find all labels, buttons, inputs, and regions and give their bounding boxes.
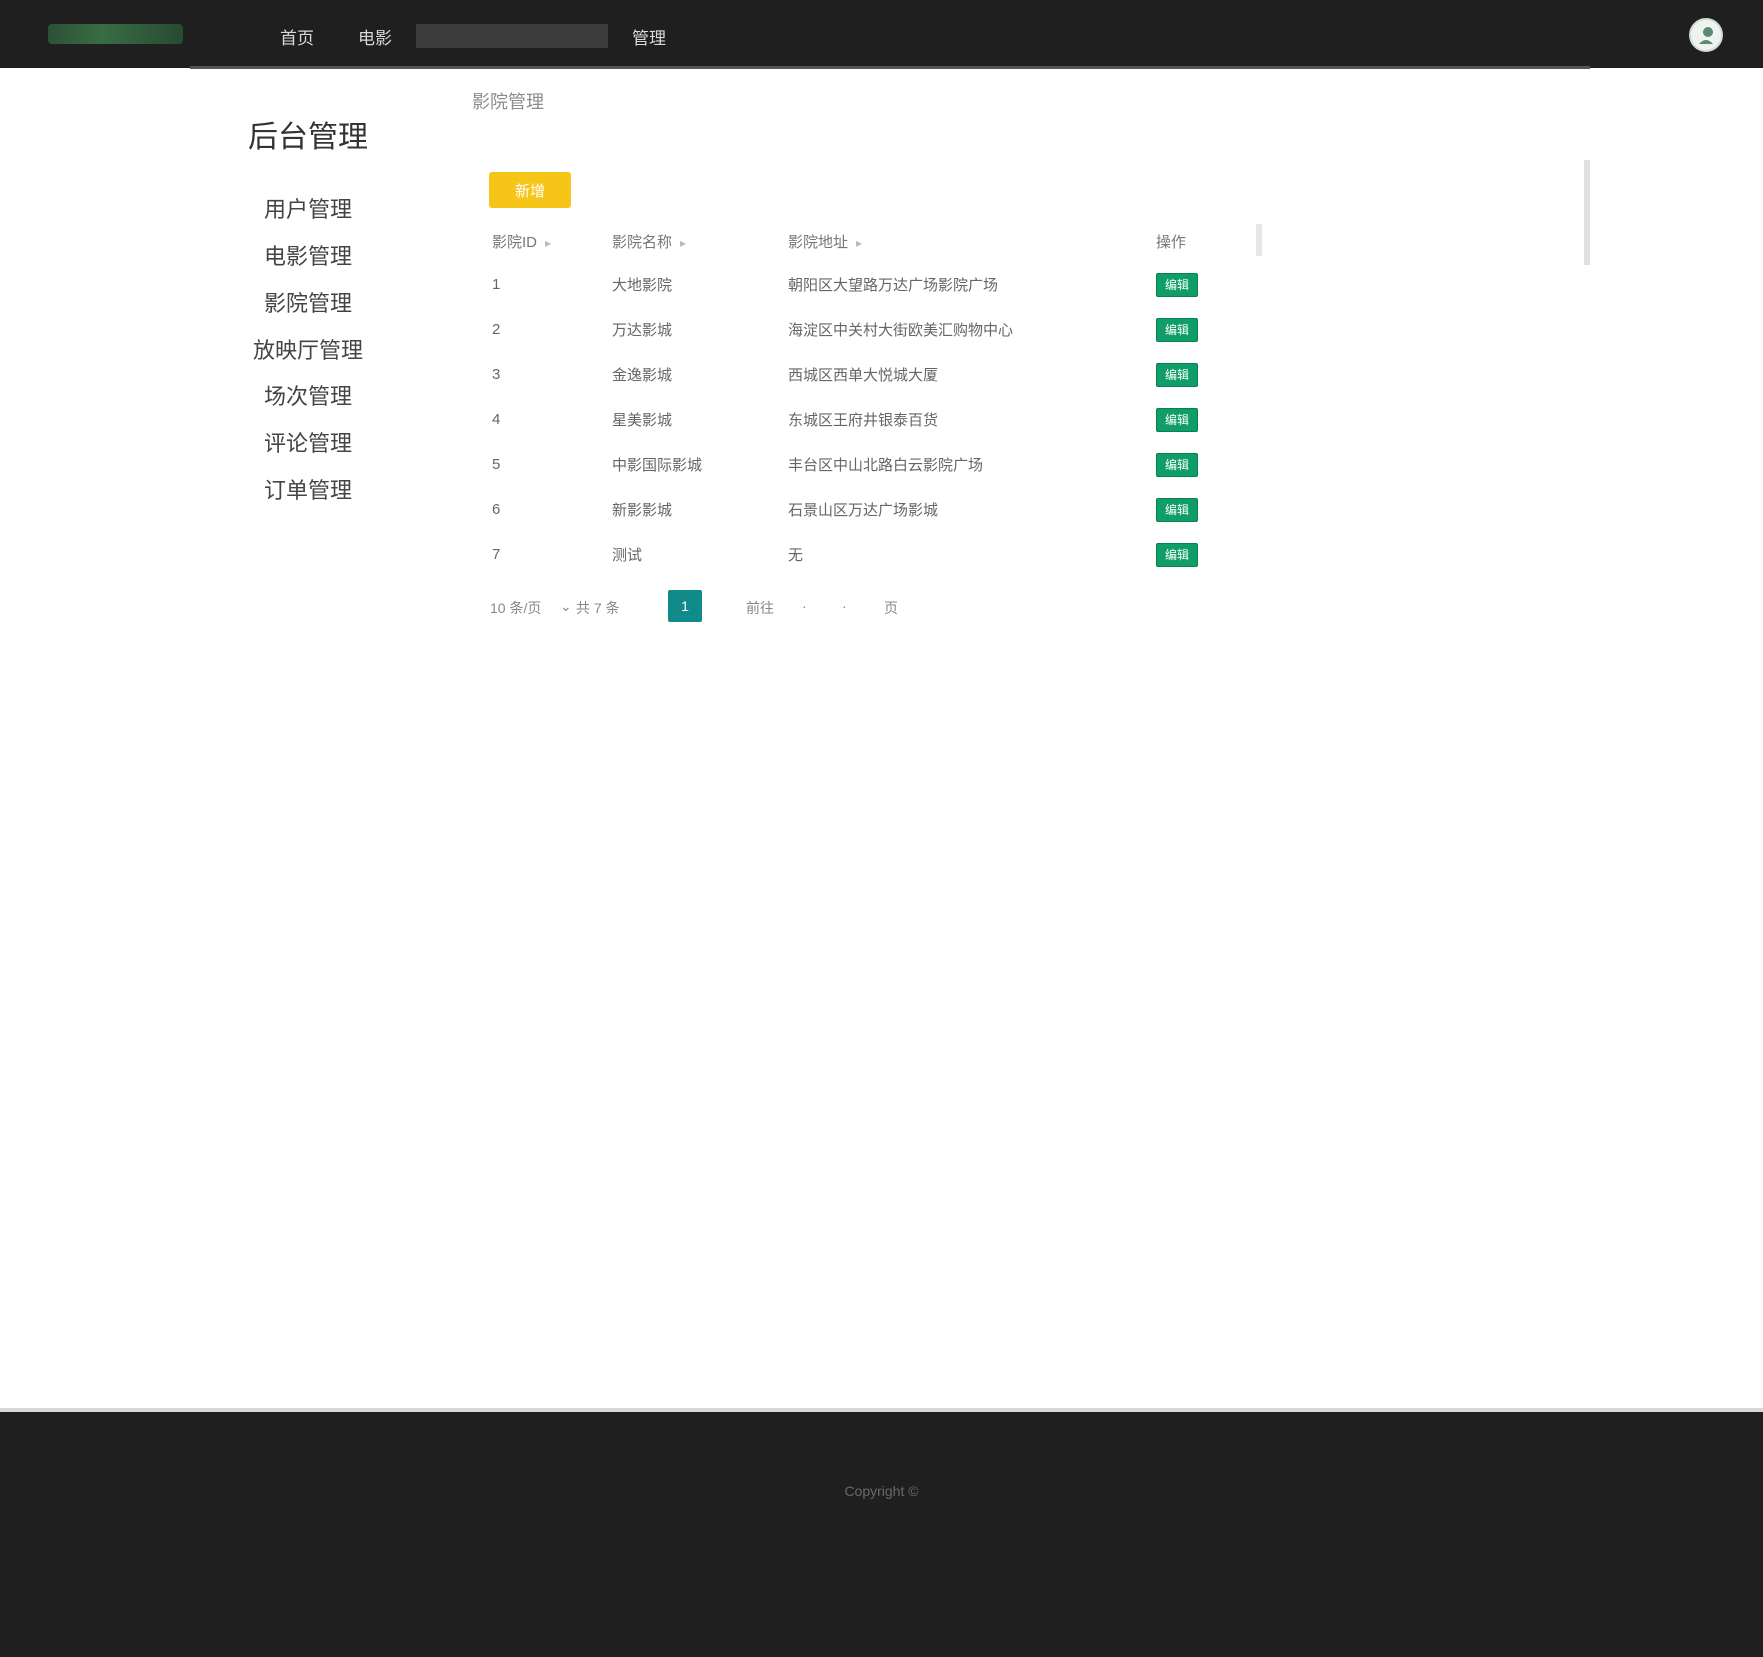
- column-header-label: 影院ID: [492, 233, 538, 251]
- vertical-scrollbar[interactable]: [1584, 160, 1590, 265]
- nav-home[interactable]: 首页: [280, 24, 314, 49]
- cell-name: 金逸影城: [612, 367, 673, 384]
- cinema-table: 影院ID ▸ 影院名称 ▸ 影院地址 ▸ 操作 1 大地影院 朝阳区大望路万达广场影院…: [480, 220, 1224, 577]
- edit-button[interactable]: 编辑: [1156, 317, 1198, 342]
- chevron-down-icon[interactable]: ⌄: [560, 598, 572, 615]
- column-header-address[interactable]: 影院地址 ▸: [776, 220, 1144, 262]
- cell-id: 5: [492, 456, 501, 473]
- sidebar-item-comments[interactable]: 评论管理: [230, 426, 386, 458]
- edit-button[interactable]: 编辑: [1156, 362, 1198, 387]
- sidebar-item-orders[interactable]: 订单管理: [230, 473, 386, 505]
- sidebar-item-halls[interactable]: 放映厅管理: [230, 333, 386, 365]
- page-unit-label: 页: [884, 600, 898, 616]
- cell-actions: 编辑: [1144, 307, 1224, 352]
- table-row: 3 金逸影城 西城区西单大悦城大厦 编辑: [480, 352, 1224, 397]
- cell-address: 海淀区中关村大街欧美汇购物中心: [788, 322, 1014, 339]
- column-header-name[interactable]: 影院名称 ▸: [600, 220, 776, 262]
- column-header-actions: 操作: [1144, 220, 1224, 262]
- cell-name: 大地影院: [612, 277, 673, 294]
- site-logo-icon[interactable]: [48, 24, 183, 44]
- column-header-label: 影院地址: [788, 233, 849, 251]
- cell-id: 6: [492, 501, 501, 518]
- table-row: 1 大地影院 朝阳区大望路万达广场影院广场 编辑: [480, 262, 1224, 307]
- cell-address: 东城区王府井银泰百货: [788, 412, 939, 429]
- edit-button[interactable]: 编辑: [1156, 407, 1198, 432]
- total-count: 共 7 条: [576, 600, 620, 616]
- sort-icon[interactable]: ▸: [856, 236, 862, 250]
- table-row: 4 星美影城 东城区王府井银泰百货 编辑: [480, 397, 1224, 442]
- cell-name: 测试: [612, 547, 643, 564]
- footer-copyright: Copyright ©: [844, 1483, 919, 1499]
- cell-name: 新影影城: [612, 502, 673, 519]
- table-row: 5 中影国际影城 丰台区中山北路白云影院广场 编辑: [480, 442, 1224, 487]
- user-avatar-icon[interactable]: [1689, 18, 1723, 52]
- goto-page-input-end: ·: [842, 598, 847, 614]
- sidebar-item-movies[interactable]: 电影管理: [230, 239, 386, 271]
- cell-actions: 编辑: [1144, 487, 1224, 532]
- cell-address: 西城区西单大悦城大厦: [788, 367, 939, 384]
- cell-id: 3: [492, 366, 501, 383]
- goto-label: 前往: [746, 600, 774, 616]
- sort-icon[interactable]: ▸: [545, 236, 551, 250]
- goto-page-input[interactable]: ·: [802, 598, 807, 614]
- column-resize-handle[interactable]: [1256, 224, 1262, 256]
- cell-actions: 编辑: [1144, 532, 1224, 577]
- table-row: 2 万达影城 海淀区中关村大街欧美汇购物中心 编辑: [480, 307, 1224, 352]
- add-cinema-button[interactable]: 新增: [489, 172, 571, 208]
- nav-manage[interactable]: 管理: [632, 24, 666, 49]
- cell-name: 中影国际影城: [612, 457, 703, 474]
- table-row: 6 新影影城 石景山区万达广场影城 编辑: [480, 487, 1224, 532]
- edit-button[interactable]: 编辑: [1156, 452, 1198, 477]
- sidebar-item-cinemas[interactable]: 影院管理: [230, 286, 386, 318]
- cell-address: 石景山区万达广场影城: [788, 502, 939, 519]
- cell-actions: 编辑: [1144, 352, 1224, 397]
- cell-id: 2: [492, 321, 501, 338]
- cell-actions: 编辑: [1144, 397, 1224, 442]
- search-input[interactable]: [416, 24, 608, 48]
- sidebar-item-sessions[interactable]: 场次管理: [230, 379, 386, 411]
- sidebar-title: 后台管理: [248, 121, 368, 154]
- table-header-row: 影院ID ▸ 影院名称 ▸ 影院地址 ▸ 操作: [480, 220, 1224, 262]
- breadcrumb: 影院管理: [472, 92, 544, 112]
- nav-movies[interactable]: 电影: [358, 24, 392, 49]
- page-button-current[interactable]: 1: [668, 590, 702, 622]
- cell-id: 1: [492, 276, 501, 293]
- cell-address: 丰台区中山北路白云影院广场: [788, 457, 984, 474]
- sidebar-item-users[interactable]: 用户管理: [230, 192, 386, 224]
- column-header-label: 操作: [1156, 233, 1187, 251]
- cell-id: 4: [492, 411, 501, 428]
- cell-address: 无: [788, 547, 804, 564]
- page-size-select[interactable]: 10 条/页: [490, 598, 541, 618]
- avatar-image: [1691, 20, 1721, 50]
- cell-actions: 编辑: [1144, 262, 1224, 307]
- sort-icon[interactable]: ▸: [680, 236, 686, 250]
- table-row: 7 测试 无 编辑: [480, 532, 1224, 577]
- cell-id: 7: [492, 546, 501, 563]
- header-divider: [190, 66, 1590, 69]
- edit-button[interactable]: 编辑: [1156, 542, 1198, 567]
- column-header-id[interactable]: 影院ID ▸: [480, 220, 600, 262]
- column-header-label: 影院名称: [612, 233, 673, 251]
- edit-button[interactable]: 编辑: [1156, 497, 1198, 522]
- footer: Copyright ©: [0, 1412, 1763, 1657]
- top-navbar: 首页 电影 管理: [0, 0, 1763, 68]
- edit-button[interactable]: 编辑: [1156, 272, 1198, 297]
- cell-actions: 编辑: [1144, 442, 1224, 487]
- cell-name: 万达影城: [612, 322, 673, 339]
- cell-name: 星美影城: [612, 412, 673, 429]
- cell-address: 朝阳区大望路万达广场影院广场: [788, 277, 999, 294]
